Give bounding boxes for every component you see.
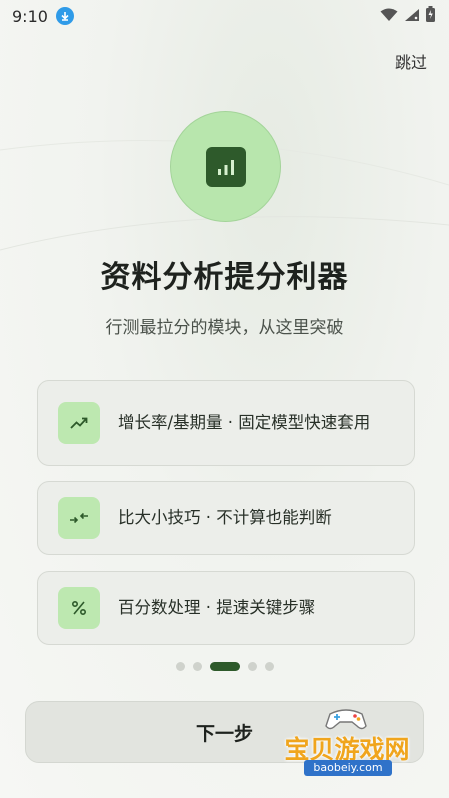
page-dot	[175, 661, 185, 671]
percent-icon	[58, 587, 100, 629]
hero-badge	[170, 111, 281, 222]
signal-icon	[404, 7, 420, 26]
feature-card-compare: 比大小技巧 · 不计算也能判断	[37, 481, 415, 555]
status-time: 9:10	[12, 6, 48, 26]
next-button[interactable]: 下一步	[25, 701, 424, 763]
compare-arrows-icon	[58, 497, 100, 539]
page-dot	[192, 661, 202, 671]
feature-text: 增长率/基期量 · 固定模型快速套用	[118, 413, 371, 432]
wifi-icon	[380, 7, 398, 26]
page-indicator	[0, 659, 449, 673]
status-bar: 9:10	[0, 0, 449, 32]
page-subtitle: 行测最拉分的模块，从这里突破	[105, 318, 344, 338]
feature-card-growth: 增长率/基期量 · 固定模型快速套用	[37, 380, 415, 466]
skip-button[interactable]: 跳过	[395, 49, 427, 73]
download-notification-icon	[55, 7, 74, 25]
bar-chart-icon	[205, 146, 246, 187]
feature-card-percent: 百分数处理 · 提速关键步骤	[37, 571, 415, 645]
page-title: 资料分析提分利器	[100, 260, 349, 295]
trending-up-icon	[58, 402, 100, 444]
feature-text: 百分数处理 · 提速关键步骤	[118, 598, 316, 617]
page-dot	[247, 661, 257, 671]
feature-text: 比大小技巧 · 不计算也能判断	[118, 508, 332, 527]
page-dot	[264, 661, 274, 671]
page-dot-active	[209, 661, 240, 671]
battery-icon	[426, 6, 435, 26]
